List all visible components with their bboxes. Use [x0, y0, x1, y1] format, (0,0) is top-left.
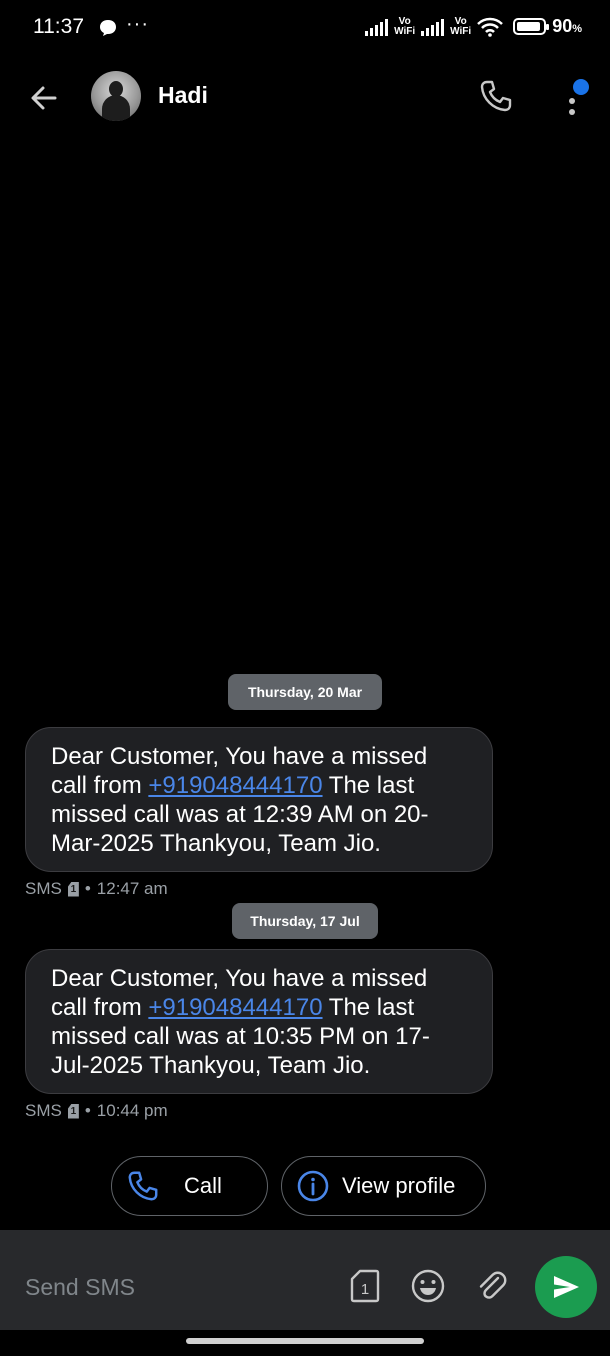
chat-notification-icon	[100, 20, 116, 36]
date-separator: Thursday, 17 Jul	[232, 903, 378, 939]
send-icon	[554, 1276, 579, 1298]
emoji-icon[interactable]	[410, 1268, 446, 1304]
more-options-icon[interactable]	[560, 76, 590, 120]
signal-strength-icon	[365, 18, 389, 36]
paperclip-icon[interactable]	[474, 1268, 510, 1304]
battery-percent: 90%	[552, 16, 582, 36]
view-profile-chip-button[interactable]: View profile	[281, 1156, 486, 1216]
compose-bar: Send SMS 1	[0, 1230, 610, 1330]
vowifi-label-2: Vo WiFi	[450, 15, 472, 37]
message-meta: SMS 1 • 12:47 am	[25, 879, 168, 899]
conversation-header: Hadi	[0, 64, 610, 130]
message-input[interactable]: Send SMS	[25, 1274, 135, 1301]
sim-card-icon: 1	[67, 881, 79, 897]
message-bubble[interactable]: Dear Customer, You have a missed call fr…	[25, 949, 493, 1094]
status-bar: 11:37 ··· Vo WiFi Vo WiFi 90%	[0, 0, 610, 56]
info-icon	[297, 1170, 329, 1202]
sim-card-icon: 1	[67, 1103, 79, 1119]
message-time: 10:44 pm	[96, 1101, 168, 1120]
phone-icon	[128, 1171, 158, 1201]
signal-strength-icon-2	[421, 18, 445, 36]
vowifi-label: Vo WiFi	[394, 15, 416, 37]
message-meta: SMS 1 • 10:44 pm	[25, 1101, 168, 1121]
phone-icon[interactable]	[478, 78, 514, 114]
notification-badge	[573, 79, 589, 95]
phone-number-link[interactable]: +919048444170	[148, 772, 322, 799]
status-overflow-dots: ···	[126, 13, 149, 35]
contact-name[interactable]: Hadi	[158, 82, 208, 109]
channel-label: SMS	[25, 879, 62, 898]
call-chip-button[interactable]: Call	[111, 1156, 268, 1216]
message-bubble[interactable]: Dear Customer, You have a missed call fr…	[25, 727, 493, 872]
message-time: 12:47 am	[96, 879, 168, 898]
status-time: 11:37	[33, 15, 84, 38]
svg-text:1: 1	[361, 1281, 369, 1298]
send-button[interactable]	[535, 1256, 597, 1318]
status-indicators: Vo WiFi Vo WiFi 90%	[365, 16, 582, 37]
avatar[interactable]	[91, 71, 141, 121]
sim-select-icon[interactable]: 1	[348, 1268, 382, 1304]
home-indicator[interactable]	[186, 1338, 424, 1344]
date-separator: Thursday, 20 Mar	[228, 674, 382, 710]
wifi-icon	[477, 17, 504, 37]
call-chip-label: Call	[184, 1173, 222, 1198]
phone-number-link[interactable]: +919048444170	[148, 994, 322, 1021]
meta-separator: •	[84, 879, 91, 898]
battery-icon	[513, 18, 550, 35]
back-arrow-icon[interactable]	[26, 80, 62, 116]
channel-label: SMS	[25, 1101, 62, 1120]
meta-separator: •	[84, 1101, 91, 1120]
conversation-screen: 11:37 ··· Vo WiFi Vo WiFi 90% Hadi Thurs…	[0, 0, 610, 1356]
view-profile-chip-label: View profile	[342, 1173, 456, 1198]
battery-fill	[517, 22, 540, 31]
